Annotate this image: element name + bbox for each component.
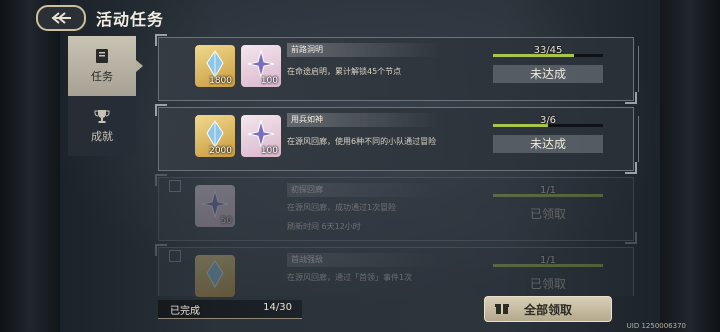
star-compass-icon (247, 119, 275, 149)
star-compass-icon (201, 189, 229, 219)
trophy-icon (94, 110, 110, 123)
back-button[interactable] (36, 5, 86, 31)
crystal-gold-icon (206, 260, 224, 289)
task-name: 用兵如神 (287, 113, 441, 127)
task-card: 50 初探回廊 在源风回廊，成功通过1次冒险 刷新时间 6天12小时 1/1 已… (155, 174, 637, 244)
progress-text: 33/45 (533, 45, 563, 56)
tab-tasks[interactable]: 任务 (68, 36, 143, 96)
reward-count: 100 (260, 146, 278, 156)
card-badge (169, 180, 181, 192)
task-progress: 33/45 (493, 45, 603, 62)
back-arrow-icon (51, 12, 71, 24)
card-edge (634, 46, 639, 92)
task-status-button[interactable]: 未达成 (493, 65, 603, 83)
task-progress: 3/6 (493, 115, 603, 132)
task-progress: 1/1 (493, 255, 603, 272)
card-corner (155, 34, 167, 46)
task-name: 首战强敌 (287, 253, 441, 267)
task-description: 在源风回廊，通过「首领」事件1次 (287, 273, 413, 282)
task-progress: 1/1 (493, 185, 603, 202)
card-corner (155, 244, 167, 256)
progress-text: 1/1 (539, 185, 557, 196)
star-compass-icon (247, 49, 275, 79)
task-card: 1800 100 前路洞明 在命途启明，累计解锁45个节点 33/45 未达成 (155, 34, 639, 104)
task-card: 2000 100 用兵如神 在源风回廊，使用6种不同的小队通过冒险 3/6 未达… (155, 104, 639, 174)
task-card: 首战强敌 在源风回廊，通过「首领」事件1次 1/1 已领取 (155, 244, 634, 297)
crystal-gold-icon (206, 50, 224, 79)
card-badge (169, 250, 181, 262)
reward-item[interactable]: 50 (195, 185, 235, 227)
gift-icon (495, 304, 509, 314)
task-name: 前路洞明 (287, 43, 441, 57)
card-corner (155, 104, 167, 116)
card-edge (634, 116, 639, 162)
task-description: 在源风回廊，使用6种不同的小队通过冒险 (287, 137, 437, 146)
completed-count: 14/30 (263, 302, 292, 313)
reward-item[interactable]: 100 (241, 45, 281, 87)
claim-all-button[interactable]: 全部领取 (484, 296, 612, 322)
completed-label: 已完成 (170, 306, 200, 317)
task-book-icon (96, 49, 108, 63)
reward-count: 1800 (209, 76, 232, 86)
task-status-button[interactable]: 未达成 (493, 135, 603, 153)
progress-text: 3/6 (539, 115, 557, 126)
completed-summary: 已完成 14/30 (158, 300, 302, 319)
pillar-left (0, 0, 60, 332)
reward-count: 100 (260, 76, 278, 86)
crystal-gold-icon (206, 120, 224, 149)
task-description: 在命途启明，累计解锁45个节点 (287, 67, 402, 76)
pillar-right (660, 0, 720, 332)
reward-count: 50 (220, 216, 232, 226)
reward-count: 2000 (209, 146, 232, 156)
reward-item[interactable] (195, 255, 235, 297)
bottom-bar: 已完成 14/30 全部领取 UID 1250006370 (0, 296, 720, 332)
card-corner (625, 232, 637, 244)
task-description: 在源风回廊，成功通过1次冒险 (287, 203, 397, 212)
tab-achievements[interactable]: 成就 (68, 96, 136, 156)
card-corner (625, 162, 637, 174)
tab-tasks-label: 任务 (91, 70, 113, 83)
reward-item[interactable]: 100 (241, 115, 281, 157)
page-title: 活动任务 (96, 10, 165, 29)
claim-all-label: 全部领取 (523, 302, 572, 317)
reward-item[interactable]: 1800 (195, 45, 235, 87)
task-name: 初探回廊 (287, 183, 441, 197)
reward-item[interactable]: 2000 (195, 115, 235, 157)
tab-achievements-label: 成就 (91, 130, 113, 143)
card-corner (625, 92, 637, 104)
progress-text: 1/1 (539, 255, 557, 266)
card-corner (155, 174, 167, 186)
task-status-label: 已领取 (529, 277, 566, 291)
task-status-label: 已领取 (529, 207, 566, 221)
user-id: UID 1250006370 (626, 322, 686, 330)
task-refresh-time: 刷新时间 6天12小时 (287, 222, 361, 231)
top-bar: 活动任务 (0, 0, 720, 34)
